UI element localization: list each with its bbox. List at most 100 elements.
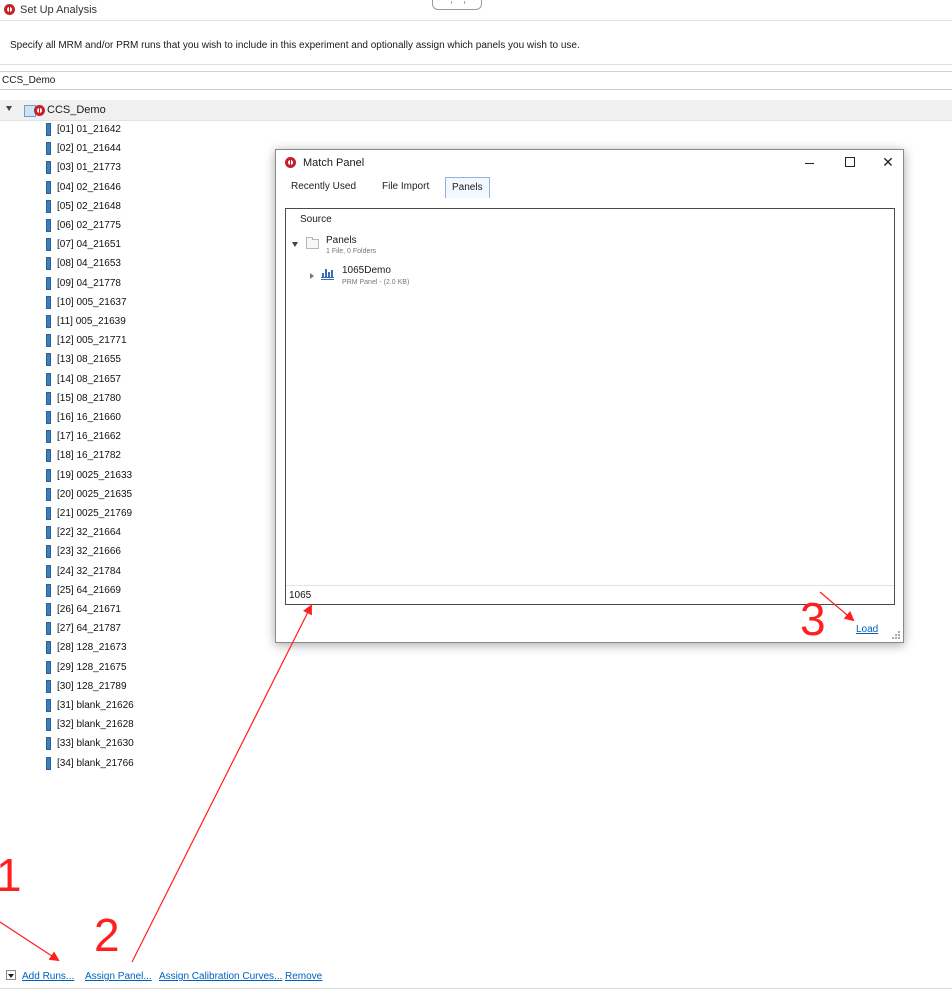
sample-vial-icon — [46, 142, 51, 156]
run-list-item[interactable]: [12] 005_21771 — [46, 334, 127, 353]
run-list-item[interactable]: [07] 04_21651 — [46, 238, 121, 257]
sample-vial-icon — [46, 487, 51, 501]
collapse-arrow-icon[interactable] — [292, 242, 298, 247]
resize-grip-icon[interactable] — [892, 631, 901, 640]
annotation-arrow-1 — [0, 921, 60, 962]
run-label: [16] 16_21660 — [57, 412, 121, 423]
run-label: [24] 32_21784 — [57, 565, 121, 577]
run-list-item[interactable]: [27] 64_21787 — [46, 622, 121, 641]
close-button[interactable]: ✕ — [874, 152, 902, 172]
sample-vial-icon — [46, 180, 51, 194]
run-list-item[interactable]: [24] 32_21784 — [46, 564, 121, 584]
sample-vial-icon — [46, 564, 51, 578]
add-runs-link[interactable]: Add Runs... — [22, 971, 74, 982]
run-list-item[interactable]: [08] 04_21653 — [46, 257, 121, 276]
app-logo-icon — [285, 157, 296, 168]
run-list-item[interactable]: [05] 02_21648 — [46, 199, 121, 219]
sample-vial-icon — [46, 238, 51, 252]
run-list-item[interactable]: [29] 128_21675 — [46, 660, 127, 680]
panel-item-name[interactable]: 1065Demo — [342, 265, 391, 276]
run-label: [13] 08_21655 — [57, 354, 121, 366]
divider — [0, 64, 952, 65]
tab-recently-used[interactable]: Recently Used — [285, 177, 362, 197]
run-label: [29] 128_21675 — [57, 661, 127, 673]
run-label: [06] 02_21775 — [57, 220, 121, 231]
title-grip-handle[interactable] — [432, 0, 482, 10]
folder-name[interactable]: Panels — [326, 235, 357, 246]
run-label: [25] 64_21669 — [57, 584, 121, 596]
run-list-item[interactable]: [18] 16_21782 — [46, 449, 121, 468]
run-list-item[interactable]: [15] 08_21780 — [46, 391, 121, 411]
run-list-item[interactable]: [06] 02_21775 — [46, 219, 121, 238]
run-list-item[interactable]: [23] 32_21666 — [46, 545, 121, 564]
sample-vial-icon — [46, 507, 51, 520]
assign-calibration-curves-link[interactable]: Assign Calibration Curves... — [159, 971, 282, 982]
sample-vial-icon — [46, 545, 51, 559]
run-list-item[interactable]: [17] 16_21662 — [46, 430, 121, 449]
sample-vial-icon — [46, 718, 51, 732]
run-label: [34] blank_21766 — [57, 757, 134, 769]
run-list-item[interactable]: [33] blank_21630 — [46, 737, 134, 756]
run-list-item[interactable]: [20] 0025_21635 — [46, 487, 132, 507]
dialog-title: Match Panel — [303, 157, 365, 169]
run-label: [22] 32_21664 — [57, 527, 121, 539]
window-title-bar: Set Up Analysis — [0, 0, 952, 21]
match-panel-dialog: Match Panel ✕ Recently Used File Import … — [275, 149, 904, 643]
run-list-item[interactable]: [34] blank_21766 — [46, 756, 134, 776]
run-label: [30] 128_21789 — [57, 680, 127, 692]
run-list-item[interactable]: [31] blank_21626 — [46, 699, 134, 718]
run-label: [05] 02_21648 — [57, 200, 121, 212]
sample-vial-icon — [46, 660, 51, 674]
run-label: [01] 01_21642 — [57, 124, 121, 135]
sample-vial-icon — [46, 219, 51, 232]
sample-vial-icon — [46, 430, 51, 444]
collapse-arrow-icon[interactable] — [6, 106, 12, 111]
sample-vial-icon — [46, 315, 51, 328]
run-list-item[interactable]: [02] 01_21644 — [46, 142, 121, 161]
run-list-item[interactable]: [21] 0025_21769 — [46, 507, 132, 526]
run-list-item[interactable]: [11] 005_21639 — [46, 315, 126, 334]
tab-panels[interactable]: Panels — [445, 177, 490, 198]
load-link[interactable]: Load — [856, 624, 878, 635]
source-browser: Source Panels 1 File, 0 Folders 1065Demo… — [285, 208, 895, 605]
run-list-item[interactable]: [01] 01_21642 — [46, 123, 121, 142]
run-label: [28] 128_21673 — [57, 642, 127, 654]
run-list-item[interactable]: [22] 32_21664 — [46, 526, 121, 545]
minimize-button[interactable] — [796, 152, 824, 172]
prm-panel-icon — [321, 268, 334, 280]
run-label: [15] 08_21780 — [57, 392, 121, 404]
run-list-item[interactable]: [30] 128_21789 — [46, 679, 127, 699]
sample-vial-icon — [46, 161, 51, 175]
dropdown-menu-icon[interactable] — [6, 970, 16, 980]
run-list-item[interactable]: [19] 0025_21633 — [46, 468, 132, 488]
run-list-item[interactable]: [03] 01_21773 — [46, 161, 121, 180]
run-label: [11] 005_21639 — [57, 316, 126, 327]
annotation-arrow-2 — [131, 604, 312, 963]
sample-vial-icon — [46, 449, 51, 463]
run-label: [17] 16_21662 — [57, 431, 121, 443]
run-list-item[interactable]: [28] 128_21673 — [46, 641, 127, 660]
assign-panel-link[interactable]: Assign Panel... — [85, 971, 152, 982]
folder-icon — [306, 237, 319, 249]
remove-link[interactable]: Remove — [285, 971, 322, 982]
run-list-item[interactable]: [10] 005_21637 — [46, 295, 127, 315]
instructions-text: Specify all MRM and/or PRM runs that you… — [10, 40, 580, 51]
run-list-item[interactable]: [16] 16_21660 — [46, 411, 121, 430]
run-list-item[interactable]: [04] 02_21646 — [46, 180, 121, 200]
sample-vial-icon — [46, 641, 51, 655]
experiment-name-field[interactable]: CCS_Demo — [0, 71, 952, 90]
run-label: [14] 08_21657 — [57, 373, 121, 385]
run-list-item[interactable]: [09] 04_21778 — [46, 276, 121, 296]
run-list-item[interactable]: [26] 64_21671 — [46, 603, 121, 622]
expand-arrow-icon[interactable] — [310, 273, 314, 279]
window-title: Set Up Analysis — [20, 4, 98, 16]
tree-root-row[interactable]: CCS_Demo — [0, 100, 952, 121]
run-list-item[interactable]: [25] 64_21669 — [46, 583, 121, 603]
sample-vial-icon — [46, 391, 51, 405]
run-list-item[interactable]: [32] blank_21628 — [46, 718, 134, 737]
maximize-button[interactable] — [836, 152, 864, 172]
run-list-item[interactable]: [13] 08_21655 — [46, 353, 121, 372]
tab-file-import[interactable]: File Import — [376, 177, 435, 197]
run-label: [07] 04_21651 — [57, 239, 121, 251]
run-list-item[interactable]: [14] 08_21657 — [46, 372, 121, 392]
